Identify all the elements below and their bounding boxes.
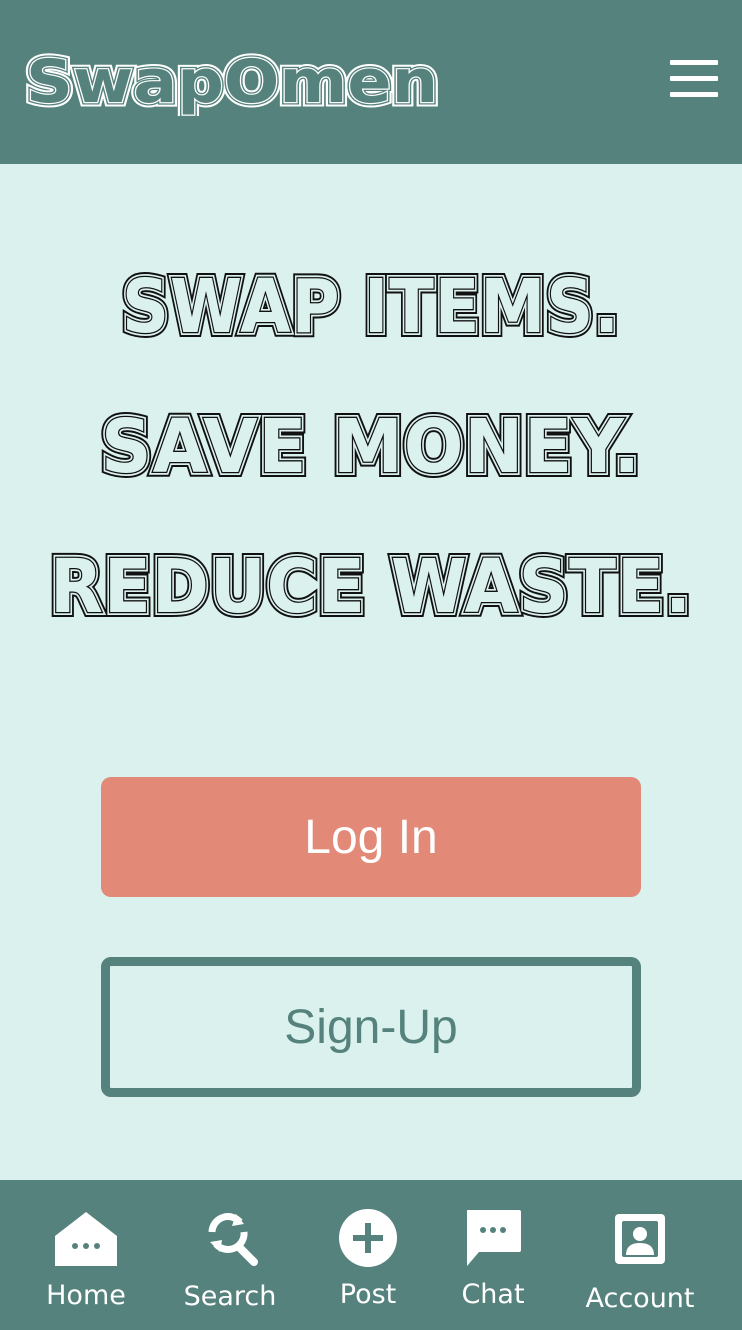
- nav-item-chat[interactable]: Chat: [443, 1180, 543, 1330]
- hamburger-menu-icon[interactable]: [664, 56, 722, 104]
- menu-bar: [670, 60, 718, 65]
- plus-circle-icon: [339, 1209, 397, 1267]
- nav-item-post[interactable]: Post: [318, 1180, 418, 1330]
- menu-bar: [670, 92, 718, 97]
- hero-tagline: SWAP ITEMS. SWAP ITEMS. SWAP ITEMS. SWAP…: [0, 250, 742, 650]
- nav-label-chat: Chat: [461, 1279, 525, 1310]
- brand-logo[interactable]: SwapOmen SwapOmen SwapOmen SwapOmen: [22, 44, 452, 116]
- login-button[interactable]: Log In: [101, 777, 641, 897]
- tagline-line-3: REDUCE WASTE. REDUCE WASTE. REDUCE WASTE…: [45, 539, 696, 635]
- nav-item-search[interactable]: Search: [174, 1180, 286, 1330]
- nav-label-post: Post: [339, 1279, 397, 1310]
- brand-name-inline-3: SwapOmen: [26, 47, 438, 116]
- chat-bubble-icon: [467, 1210, 521, 1266]
- app-screen: SwapOmen SwapOmen SwapOmen SwapOmen SWAP…: [0, 0, 742, 1330]
- nav-label-account: Account: [585, 1283, 695, 1314]
- bottom-nav-bar: Home Search Post Chat Account: [0, 1180, 742, 1330]
- tagline-line-2-fill: SAVE MONEY.: [101, 404, 641, 490]
- menu-bar: [670, 76, 718, 81]
- nav-label-home: Home: [46, 1280, 126, 1311]
- tagline-line-1-fill: SWAP ITEMS.: [122, 264, 620, 350]
- nav-label-search: Search: [183, 1281, 277, 1312]
- top-header: SwapOmen SwapOmen SwapOmen SwapOmen: [0, 0, 742, 164]
- tagline-line-1: SWAP ITEMS. SWAP ITEMS. SWAP ITEMS. SWAP…: [117, 259, 624, 355]
- brand-logo-graphic: SwapOmen SwapOmen SwapOmen SwapOmen: [22, 44, 443, 116]
- tagline-line-2: SAVE MONEY. SAVE MONEY. SAVE MONEY. SAVE…: [96, 399, 645, 495]
- tagline-line-3-fill: REDUCE WASTE.: [50, 544, 692, 630]
- home-icon: [55, 1212, 117, 1266]
- search-icon: [208, 1213, 258, 1266]
- nav-item-home[interactable]: Home: [36, 1180, 136, 1330]
- account-icon: [615, 1214, 665, 1264]
- nav-item-account[interactable]: Account: [576, 1180, 704, 1330]
- signup-button[interactable]: Sign-Up: [101, 957, 641, 1097]
- hero-tagline-graphic: SWAP ITEMS. SWAP ITEMS. SWAP ITEMS. SWAP…: [45, 259, 696, 635]
